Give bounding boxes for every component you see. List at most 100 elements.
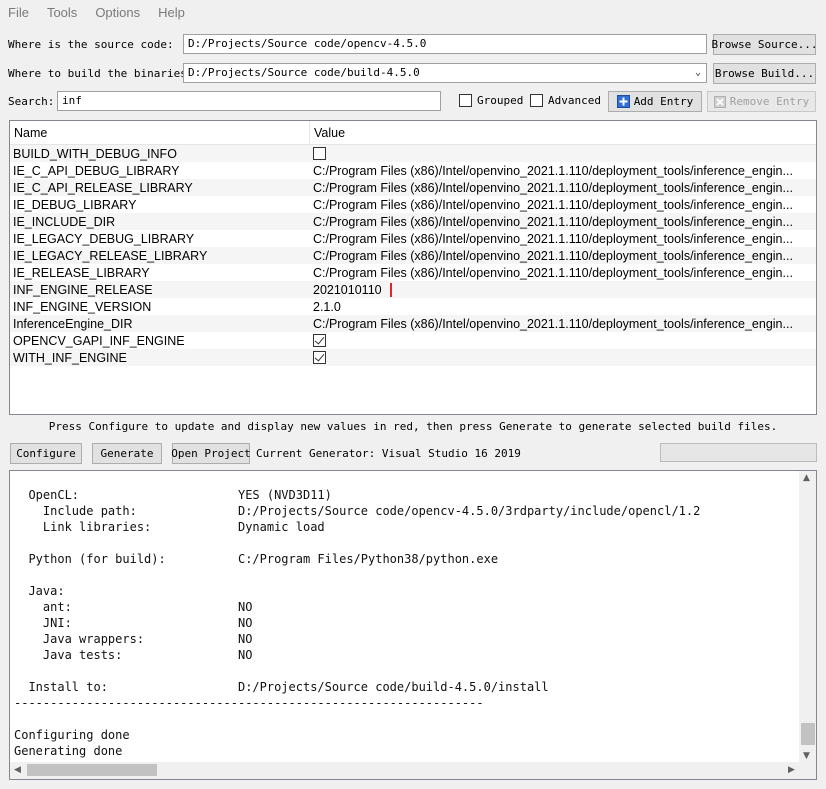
table-row[interactable]: IE_RELEASE_LIBRARY C:/Program Files (x86)… xyxy=(10,264,816,281)
value-text: C:/Program Files (x86)/Intel/openvino_20… xyxy=(313,163,793,178)
row-name: IE_LEGACY_DEBUG_LIBRARY xyxy=(13,231,195,246)
table-row[interactable]: IE_C_API_RELEASE_LIBRARY C:/Program Files… xyxy=(10,179,816,196)
menu-options[interactable]: Options xyxy=(95,5,140,20)
row-name: INF_ENGINE_RELEASE xyxy=(13,282,153,297)
configure-button[interactable]: Configure xyxy=(10,443,82,464)
value-text: C:/Program Files (x86)/Intel/openvino_20… xyxy=(313,248,793,263)
output-line: Java: xyxy=(14,584,65,598)
horizontal-scrollbar[interactable]: ◀ ▶ xyxy=(10,762,816,779)
value-text: C:/Program Files (x86)/Intel/openvino_20… xyxy=(313,180,793,195)
add-entry-label: Add Entry xyxy=(633,95,694,108)
output-line: Configuring done xyxy=(14,728,130,742)
row-name: IE_RELEASE_LIBRARY xyxy=(13,265,150,280)
value-text: C:/Program Files (x86)/Intel/openvino_20… xyxy=(313,214,793,229)
row-value[interactable] xyxy=(310,348,816,367)
table-row[interactable]: INF_ENGINE_RELEASE 2021010110 xyxy=(10,281,816,298)
row-value[interactable]: C:/Program Files (x86)/Intel/openvino_20… xyxy=(310,181,816,195)
row-name: IE_DEBUG_LIBRARY xyxy=(13,197,137,212)
search-input[interactable]: inf xyxy=(57,91,441,111)
output-line: ant: NO xyxy=(14,600,253,614)
remove-entry-button[interactable]: Remove Entry xyxy=(707,91,816,112)
scroll-right-icon[interactable]: ▶ xyxy=(788,765,795,775)
build-combo-value: D:/Projects/Source code/build-4.5.0 xyxy=(188,66,420,79)
row-value[interactable]: C:/Program Files (x86)/Intel/openvino_20… xyxy=(310,215,816,229)
scroll-up-icon[interactable]: ▲ xyxy=(803,473,810,483)
row-value[interactable]: C:/Program Files (x86)/Intel/openvino_20… xyxy=(310,164,816,178)
vertical-scroll-thumb[interactable] xyxy=(801,723,815,745)
output-line: Link libraries: Dynamic load xyxy=(14,520,325,534)
row-value[interactable] xyxy=(310,144,816,163)
column-header-name[interactable]: Name xyxy=(10,121,310,144)
table-row[interactable]: WITH_INF_ENGINE xyxy=(10,349,816,366)
source-label: Where is the source code: xyxy=(8,38,174,51)
value-checkbox[interactable] xyxy=(313,147,326,160)
scroll-down-icon[interactable]: ▼ xyxy=(803,751,810,761)
value-text: C:/Program Files (x86)/Intel/openvino_20… xyxy=(313,231,793,246)
grouped-option[interactable]: Grouped xyxy=(459,94,523,107)
scroll-left-icon[interactable]: ◀ xyxy=(14,765,21,775)
table-row[interactable]: InferenceEngine_DIR C:/Program Files (x86… xyxy=(10,315,816,332)
table-row[interactable]: IE_INCLUDE_DIR C:/Program Files (x86)/Int… xyxy=(10,213,816,230)
row-name: InferenceEngine_DIR xyxy=(13,316,133,331)
menu-file[interactable]: File xyxy=(8,5,29,20)
vertical-scrollbar[interactable]: ▲ ▼ xyxy=(799,471,816,763)
table-row[interactable]: OPENCV_GAPI_INF_ENGINE xyxy=(10,332,816,349)
table-row[interactable]: IE_LEGACY_RELEASE_LIBRARY C:/Program File… xyxy=(10,247,816,264)
table-row[interactable]: INF_ENGINE_VERSION 2.1.0 xyxy=(10,298,816,315)
row-value[interactable]: C:/Program Files (x86)/Intel/openvino_20… xyxy=(310,198,816,212)
row-name: BUILD_WITH_DEBUG_INFO xyxy=(13,146,177,161)
add-entry-button[interactable]: Add Entry xyxy=(608,91,702,112)
row-value[interactable]: C:/Program Files (x86)/Intel/openvino_20… xyxy=(310,232,816,246)
value-checkbox[interactable] xyxy=(313,351,326,364)
horizontal-scroll-thumb[interactable] xyxy=(27,764,157,776)
source-input[interactable]: D:/Projects/Source code/opencv-4.5.0 xyxy=(183,34,707,54)
configure-hint: Press Configure to update and display ne… xyxy=(48,420,778,433)
menu-tools[interactable]: Tools xyxy=(47,5,77,20)
menu-bar: File Tools Options Help xyxy=(0,0,826,24)
cache-table: Name Value BUILD_WITH_DEBUG_INFO IE_C_API… xyxy=(9,120,817,415)
value-text: C:/Program Files (x86)/Intel/openvino_20… xyxy=(313,316,793,331)
build-label: Where to build the binaries: xyxy=(8,67,194,80)
row-value[interactable]: C:/Program Files (x86)/Intel/openvino_20… xyxy=(310,317,816,331)
output-log[interactable]: OpenCL: YES (NVD3D11) Include path: D:/P… xyxy=(9,470,817,780)
open-project-button[interactable]: Open Project xyxy=(171,443,251,464)
row-name: OPENCV_GAPI_INF_ENGINE xyxy=(13,333,185,348)
table-row[interactable]: BUILD_WITH_DEBUG_INFO xyxy=(10,145,816,162)
browse-build-button[interactable]: Browse Build... xyxy=(713,63,816,84)
value-text: C:/Program Files (x86)/Intel/openvino_20… xyxy=(313,265,793,280)
menu-help[interactable]: Help xyxy=(158,5,185,20)
output-line: Python (for build): C:/Program Files/Pyt… xyxy=(14,552,499,566)
remove-entry-label: Remove Entry xyxy=(729,95,810,108)
browse-source-button[interactable]: Browse Source... xyxy=(712,34,817,55)
row-value[interactable]: C:/Program Files (x86)/Intel/openvino_20… xyxy=(310,266,816,280)
grouped-checkbox[interactable] xyxy=(459,94,472,107)
row-name: IE_INCLUDE_DIR xyxy=(13,214,116,229)
value-checkbox[interactable] xyxy=(313,334,326,347)
output-line: Java tests: NO xyxy=(14,648,253,662)
generate-button[interactable]: Generate xyxy=(92,443,162,464)
table-row[interactable]: IE_C_API_DEBUG_LIBRARY C:/Program Files (… xyxy=(10,162,816,179)
advanced-checkbox[interactable] xyxy=(530,94,543,107)
grouped-label: Grouped xyxy=(477,94,524,107)
plus-icon xyxy=(616,95,630,108)
output-line: Include path: D:/Projects/Source code/op… xyxy=(14,504,701,518)
output-line: OpenCL: YES (NVD3D11) xyxy=(14,488,332,502)
row-name: IE_C_API_DEBUG_LIBRARY xyxy=(13,163,180,178)
row-value[interactable]: 2.1.0 xyxy=(310,300,816,314)
value-text: C:/Program Files (x86)/Intel/openvino_20… xyxy=(313,197,793,212)
search-label: Search: xyxy=(8,95,55,108)
output-text: OpenCL: YES (NVD3D11) Include path: D:/P… xyxy=(14,487,700,759)
table-row[interactable]: IE_LEGACY_DEBUG_LIBRARY C:/Program Files … xyxy=(10,230,816,247)
build-combo[interactable]: D:/Projects/Source code/build-4.5.0 ⌄ xyxy=(183,63,707,83)
chevron-down-icon[interactable]: ⌄ xyxy=(695,66,701,80)
row-name: INF_ENGINE_VERSION xyxy=(13,299,152,314)
row-value[interactable]: 2021010110 xyxy=(310,282,816,297)
row-name: IE_LEGACY_RELEASE_LIBRARY xyxy=(13,248,208,263)
row-name: IE_C_API_RELEASE_LIBRARY xyxy=(13,180,193,195)
table-row[interactable]: IE_DEBUG_LIBRARY C:/Program Files (x86)/I… xyxy=(10,196,816,213)
column-header-value[interactable]: Value xyxy=(310,126,345,140)
row-value[interactable]: C:/Program Files (x86)/Intel/openvino_20… xyxy=(310,249,816,263)
advanced-option[interactable]: Advanced xyxy=(530,94,601,107)
